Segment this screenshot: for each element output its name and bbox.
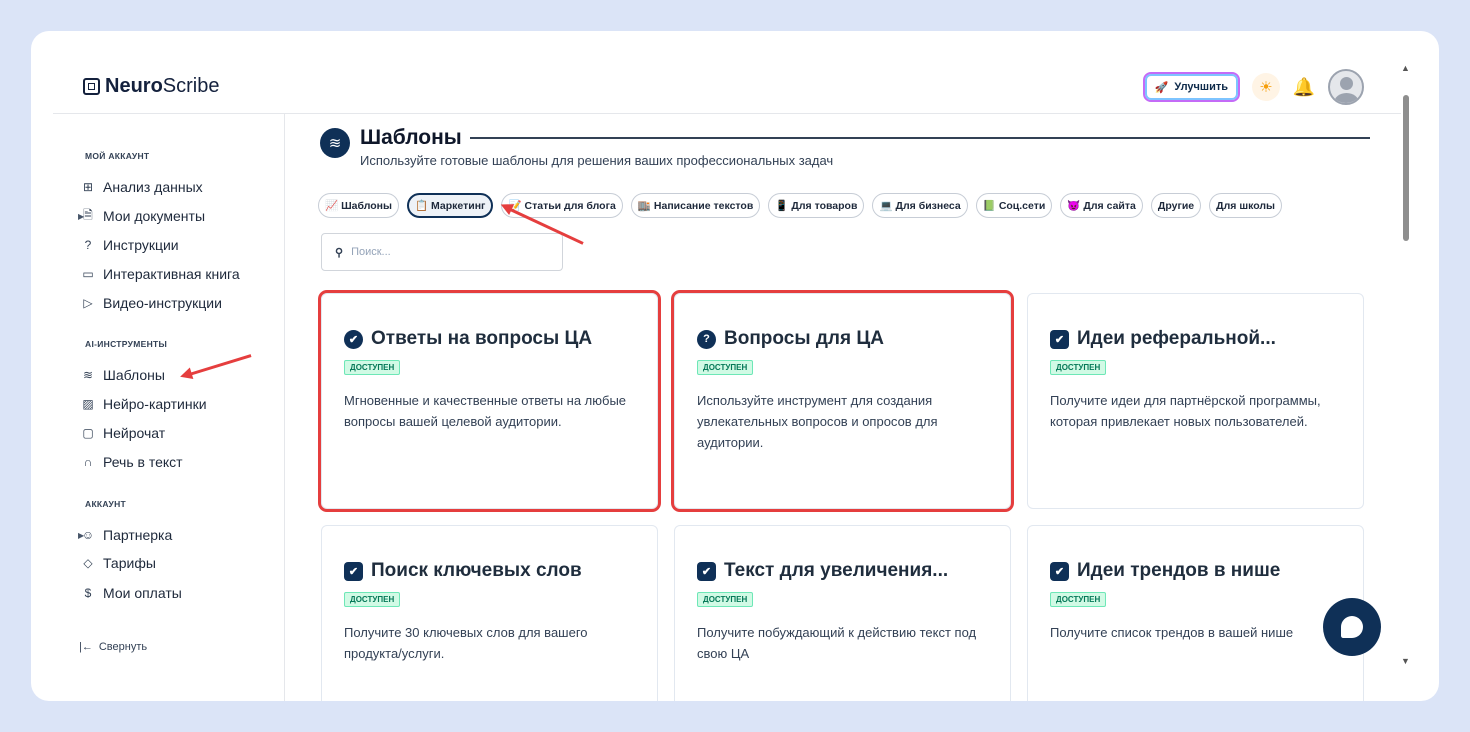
page-title: Шаблоны — [360, 126, 462, 149]
sidebar-item-speech[interactable]: ∩ Речь в текст — [81, 452, 183, 472]
checkbox-icon: ✔ — [1050, 329, 1069, 349]
book-icon: ▭ — [82, 267, 94, 281]
checkbox-icon: ✔ — [697, 561, 716, 581]
scroll-down-arrow[interactable]: ▼ — [1401, 656, 1410, 666]
collapse-button[interactable]: |← Свернуть — [79, 641, 147, 653]
sidebar-item-chat[interactable]: ▢ Нейрочат — [81, 423, 165, 443]
card-description: Получите побуждающий к действию текст по… — [697, 625, 977, 661]
rocket-icon: 🚀 — [1154, 81, 1169, 94]
title-rule — [469, 137, 1370, 139]
caret-right-icon: ▶ — [78, 530, 85, 540]
card-description: Получите идеи для партнёрской программы,… — [1050, 393, 1321, 429]
chip-other[interactable]: Другие — [1150, 193, 1202, 218]
grid-icon: ⊞ — [82, 180, 94, 194]
sidebar-section-label: мой аккаунт — [85, 151, 150, 161]
status-badge: ДОСТУПЕН — [344, 592, 401, 607]
chat-icon: ▢ — [82, 426, 94, 440]
status-badge: ДОСТУПЕН — [344, 360, 401, 375]
page-subtitle: Используйте готовые шаблоны для решения … — [360, 153, 834, 168]
sidebar-item-instructions[interactable]: ? Инструкции — [81, 235, 179, 255]
scroll-up-arrow[interactable]: ▲ — [1401, 63, 1410, 73]
layers-icon: ≋ — [320, 128, 350, 158]
app-logo[interactable]: NeuroScribe — [83, 75, 220, 98]
avatar[interactable] — [1328, 69, 1364, 105]
template-card[interactable]: ✔ Идеи реферальной... ДОСТУПЕН Получите и… — [1027, 293, 1364, 509]
chip-business[interactable]: 💻 Для бизнеса — [872, 193, 968, 218]
search-icon: ⚲ — [335, 246, 344, 259]
sidebar-section-label: ai-инструменты — [85, 339, 168, 349]
tag-icon: ◇ — [83, 556, 93, 570]
chip-templates[interactable]: 📈 Шаблоны — [318, 193, 399, 218]
sidebar-item-partner[interactable]: ▶ ☺ Партнерка — [78, 525, 172, 545]
chat-widget-button[interactable] — [1323, 598, 1381, 656]
checkbox-icon: ✔ — [344, 561, 363, 581]
card-description: Используйте инструмент для создания увле… — [697, 393, 938, 450]
template-card[interactable]: ? Вопросы для ЦА ДОСТУПЕН Используйте инс… — [671, 290, 1014, 512]
image-icon: ▨ — [82, 397, 94, 411]
template-card[interactable]: ✔ Ответы на вопросы ЦА ДОСТУПЕН Мгновенны… — [318, 290, 661, 512]
chip-school[interactable]: Для школы — [1209, 193, 1282, 218]
category-chips: 📈 Шаблоны 📋 Маркетинг 📝 Статьи для блога 🏬 Н… — [318, 193, 1282, 218]
template-cards: ✔ Ответы на вопросы ЦА ДОСТУПЕН Мгновенны… — [318, 290, 1364, 701]
headphones-icon: ∩ — [83, 455, 93, 469]
sidebar-item-images[interactable]: ▨ Нейро-картинки — [81, 394, 206, 414]
video-icon: ▷ — [83, 296, 93, 310]
caret-right-icon: ▶ — [78, 211, 85, 221]
sidebar-item-video[interactable]: ▷ Видео-инструкции — [81, 293, 222, 313]
chat-bubble-icon — [1341, 616, 1363, 638]
status-badge: ДОСТУПЕН — [1050, 592, 1107, 607]
collapse-icon: |← — [79, 641, 93, 653]
sidebar-section-label: аккаунт — [85, 499, 127, 509]
card-description: Получите 30 ключевых слов для вашего про… — [344, 625, 588, 661]
sidebar-item-analysis[interactable]: ⊞ Анализ данных — [81, 177, 203, 197]
layers-icon: ≋ — [82, 368, 94, 382]
logo-icon — [83, 78, 100, 95]
template-card[interactable]: ✔ Идеи трендов в нише ДОСТУПЕН Получите с… — [1027, 525, 1364, 701]
search-input[interactable]: ⚲ Поиск... — [321, 233, 563, 271]
bell-icon[interactable]: 🔔 — [1292, 77, 1316, 98]
upgrade-button[interactable]: 🚀 Улучшить — [1142, 72, 1240, 102]
chip-writing[interactable]: 🏬 Написание текстов — [630, 193, 761, 218]
card-description: Мгновенные и качественные ответы на любы… — [344, 393, 627, 429]
template-card[interactable]: ✔ Текст для увеличения... ДОСТУПЕН Получи… — [674, 525, 1011, 701]
chip-site[interactable]: 😈 Для сайта — [1060, 193, 1143, 218]
sidebar: мой аккаунт ⊞ Анализ данных ▶ 🗎 Мои докумен… — [53, 114, 285, 701]
help-icon: ? — [84, 238, 92, 252]
question-icon: ? — [697, 329, 716, 349]
dollar-icon: $ — [84, 586, 92, 600]
chip-social[interactable]: 📗 Соц.сети — [975, 193, 1053, 218]
card-description: Получите список трендов в вашей нише — [1050, 625, 1294, 640]
scrollbar-thumb[interactable] — [1403, 95, 1409, 241]
status-badge: ДОСТУПЕН — [697, 360, 754, 375]
sidebar-item-book[interactable]: ▭ Интерактивная книга — [81, 264, 239, 284]
sun-icon[interactable]: ☀ — [1252, 73, 1280, 101]
status-badge: ДОСТУПЕН — [1050, 360, 1107, 375]
main-content: ≋ Шаблоны Используйте готовые шаблоны дл… — [286, 114, 1403, 701]
sidebar-item-tariffs[interactable]: ◇ Тарифы — [81, 553, 156, 573]
sidebar-item-documents[interactable]: ▶ 🗎 Мои документы — [78, 206, 205, 226]
sidebar-item-templates[interactable]: ≋ Шаблоны — [81, 365, 165, 385]
chip-marketing[interactable]: 📋 Маркетинг — [406, 193, 494, 218]
app-window: NeuroScribe 🚀 Улучшить ☀ 🔔 мой аккаунт ⊞… — [31, 31, 1439, 701]
checkbox-icon: ✔ — [1050, 561, 1069, 581]
sidebar-item-payments[interactable]: $ Мои оплаты — [81, 583, 182, 603]
status-badge: ДОСТУПЕН — [697, 592, 754, 607]
check-circle-icon: ✔ — [344, 329, 363, 349]
template-card[interactable]: ✔ Поиск ключевых слов ДОСТУПЕН Получите 3… — [321, 525, 658, 701]
chip-products[interactable]: 📱 Для товаров — [768, 193, 865, 218]
